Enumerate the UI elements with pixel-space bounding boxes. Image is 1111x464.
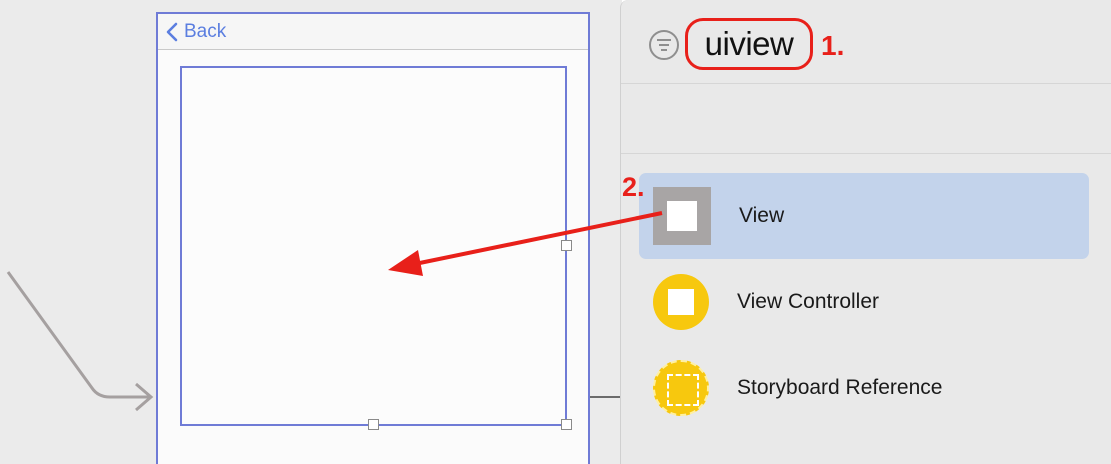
- search-value: uiview: [704, 25, 794, 62]
- storyboard-reference-icon: [653, 360, 709, 416]
- chevron-left-icon: [166, 22, 178, 42]
- resize-handle-right[interactable]: [561, 240, 572, 251]
- view-controller-icon: [653, 274, 709, 330]
- library-item-view-controller[interactable]: View Controller: [639, 259, 1089, 345]
- annotation-step-1: 1.: [821, 30, 845, 61]
- library-item-view[interactable]: View: [639, 173, 1089, 259]
- annotation-step-2: 2.: [622, 172, 645, 202]
- view-icon: [653, 187, 711, 245]
- filter-icon[interactable]: [649, 30, 679, 60]
- back-button[interactable]: Back: [166, 20, 226, 44]
- dropped-uiview[interactable]: [180, 66, 567, 426]
- back-button-label: Back: [184, 21, 227, 42]
- object-library-panel: uiview 1. View View Controller Storyboar…: [620, 0, 1111, 464]
- library-item-label: View: [739, 204, 785, 227]
- storyboard-canvas[interactable]: Back: [0, 0, 622, 464]
- resize-handle-bottom-right[interactable]: [561, 419, 572, 430]
- library-filter-bar: uiview: [621, 0, 1111, 84]
- view-controller-scene[interactable]: Back: [156, 12, 590, 464]
- library-item-storyboard-reference[interactable]: Storyboard Reference: [639, 345, 1089, 431]
- resize-handle-bottom[interactable]: [368, 419, 379, 430]
- navigation-bar: Back: [158, 14, 588, 50]
- library-item-label: View Controller: [737, 290, 880, 313]
- library-search-field[interactable]: uiview: [685, 18, 813, 70]
- library-item-label: Storyboard Reference: [737, 376, 943, 399]
- divider: [621, 153, 1111, 154]
